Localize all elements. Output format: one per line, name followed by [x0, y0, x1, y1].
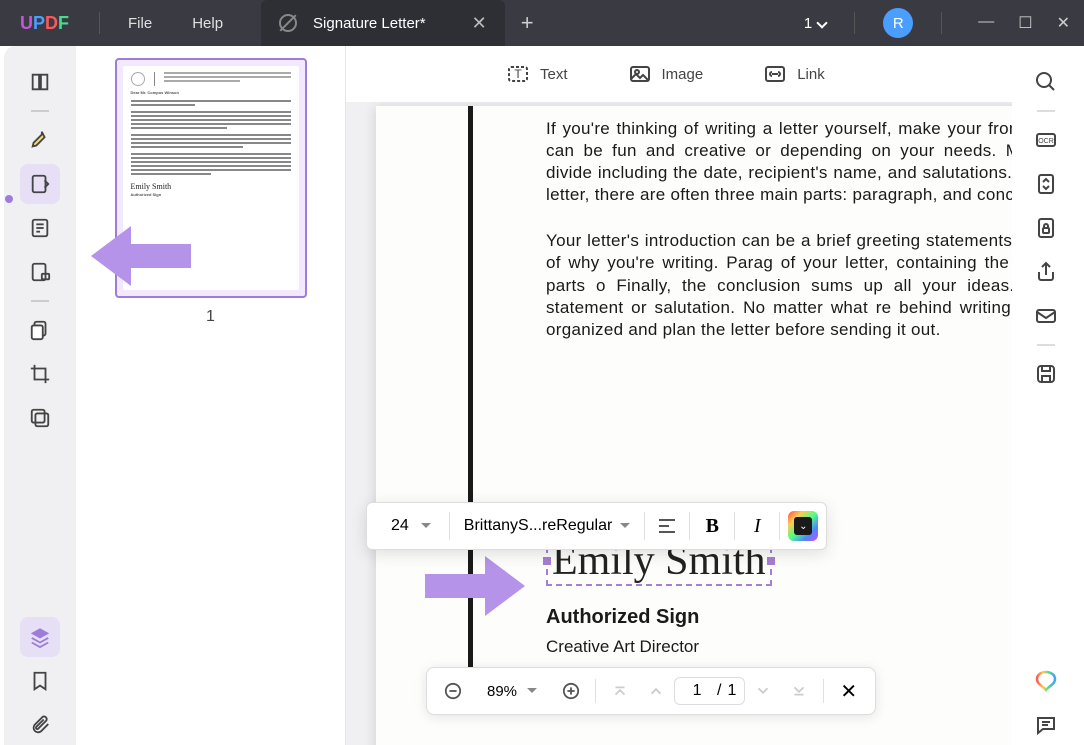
document-count[interactable]: 1 — [804, 15, 826, 32]
italic-button[interactable]: I — [737, 508, 777, 544]
last-page-button[interactable] — [781, 673, 817, 709]
protect-button[interactable] — [1026, 208, 1066, 248]
font-size-dropdown[interactable]: 24 — [375, 517, 447, 535]
document-page[interactable]: If you're thinking of writing a letter y… — [376, 106, 1012, 745]
chevron-down-icon — [421, 523, 431, 529]
divider — [449, 512, 450, 540]
app-logo: UPDF — [0, 13, 89, 34]
page-navigation-bar: 89% / 1 ✕ — [426, 667, 876, 715]
text-color-button[interactable]: ⌄ — [788, 511, 818, 541]
organize-button[interactable] — [20, 208, 60, 248]
resize-handle-right[interactable] — [767, 557, 775, 565]
divider — [99, 12, 100, 34]
divider — [941, 12, 942, 34]
annotation-arrow-left — [86, 216, 196, 301]
search-button[interactable] — [1026, 62, 1066, 102]
text-format-toolbar: 24 BrittanyS...reRegular B I — [366, 502, 827, 550]
document-canvas[interactable]: If you're thinking of writing a letter y… — [346, 102, 1012, 745]
page-separator: / — [717, 682, 721, 700]
thumbnail-page-number: 1 — [206, 308, 215, 326]
add-image-button[interactable]: Image — [628, 62, 704, 86]
zoom-out-button[interactable] — [435, 673, 471, 709]
divider — [823, 679, 824, 703]
main-editor: T Text Image Link If you're thinking of … — [346, 46, 1012, 745]
divider — [595, 679, 596, 703]
maximize-button[interactable]: ☐ — [1018, 13, 1032, 33]
left-sidebar — [4, 46, 76, 745]
edit-button[interactable] — [20, 164, 60, 204]
save-button[interactable] — [1026, 354, 1066, 394]
comment-panel-button[interactable] — [1026, 705, 1066, 745]
current-page-input[interactable] — [683, 682, 711, 700]
edit-toolbar: T Text Image Link — [346, 46, 1012, 102]
tab-title: Signature Letter* — [313, 15, 426, 32]
divider — [31, 110, 49, 112]
annotation-arrow-right — [420, 546, 530, 631]
form-button[interactable] — [20, 252, 60, 292]
svg-text:OCR: OCR — [1038, 138, 1054, 145]
menu-help[interactable]: Help — [192, 15, 223, 32]
side-indicator-dot — [5, 195, 13, 203]
email-button[interactable] — [1026, 296, 1066, 336]
divider — [644, 512, 645, 540]
close-navbar-button[interactable]: ✕ — [830, 679, 867, 704]
menu-file[interactable]: File — [128, 15, 152, 32]
font-family-dropdown[interactable]: BrittanyS...reRegular — [452, 517, 643, 535]
pages-button[interactable] — [20, 310, 60, 350]
svg-text:T: T — [514, 67, 522, 81]
attachment-button[interactable] — [20, 705, 60, 745]
divider — [779, 512, 780, 540]
divider — [854, 12, 855, 34]
divider — [734, 512, 735, 540]
user-avatar[interactable]: R — [883, 8, 913, 38]
divider — [1037, 344, 1055, 346]
prev-page-button[interactable] — [638, 673, 674, 709]
ai-button[interactable] — [1026, 661, 1066, 701]
document-tab[interactable]: Signature Letter* ✕ — [261, 0, 505, 46]
align-button[interactable] — [647, 508, 687, 544]
resize-handle-left[interactable] — [543, 557, 551, 565]
bold-button[interactable]: B — [692, 508, 732, 544]
page-number-box: / 1 — [674, 677, 745, 705]
share-button[interactable] — [1026, 252, 1066, 292]
divider — [689, 512, 690, 540]
right-sidebar: OCR — [1012, 46, 1080, 745]
chevron-down-icon — [527, 688, 537, 694]
layers-button[interactable] — [20, 617, 60, 657]
add-text-button[interactable]: T Text — [506, 62, 568, 86]
bookmark-button[interactable] — [20, 661, 60, 701]
minimize-button[interactable]: — — [978, 13, 994, 33]
page-body-text[interactable]: If you're thinking of writing a letter y… — [546, 118, 1012, 365]
divider — [31, 300, 49, 302]
title-bar: UPDF File Help Signature Letter* ✕ + 1 R… — [0, 0, 1084, 46]
zoom-in-button[interactable] — [553, 673, 589, 709]
signature-role[interactable]: Creative Art Director — [546, 637, 772, 657]
divider — [1037, 110, 1055, 112]
add-link-button[interactable]: Link — [763, 62, 825, 86]
close-window-button[interactable]: ✕ — [1057, 13, 1070, 33]
close-tab-button[interactable]: ✕ — [472, 13, 487, 34]
new-tab-button[interactable]: + — [521, 10, 534, 36]
no-preview-icon — [279, 14, 297, 32]
first-page-button[interactable] — [602, 673, 638, 709]
zoom-level-dropdown[interactable]: 89% — [471, 683, 553, 700]
total-pages: 1 — [727, 682, 736, 700]
chevron-down-icon — [620, 523, 630, 529]
reader-mode-button[interactable] — [20, 62, 60, 102]
next-page-button[interactable] — [745, 673, 781, 709]
ocr-button[interactable]: OCR — [1026, 120, 1066, 160]
convert-button[interactable] — [1026, 164, 1066, 204]
batch-button[interactable] — [20, 398, 60, 438]
thumbnail-panel: Dear Mr. Compos Winson Emily Smith Autho… — [76, 46, 346, 745]
comment-button[interactable] — [20, 120, 60, 160]
signature-title[interactable]: Authorized Sign — [546, 606, 772, 629]
crop-button[interactable] — [20, 354, 60, 394]
chevron-down-icon — [817, 17, 828, 28]
